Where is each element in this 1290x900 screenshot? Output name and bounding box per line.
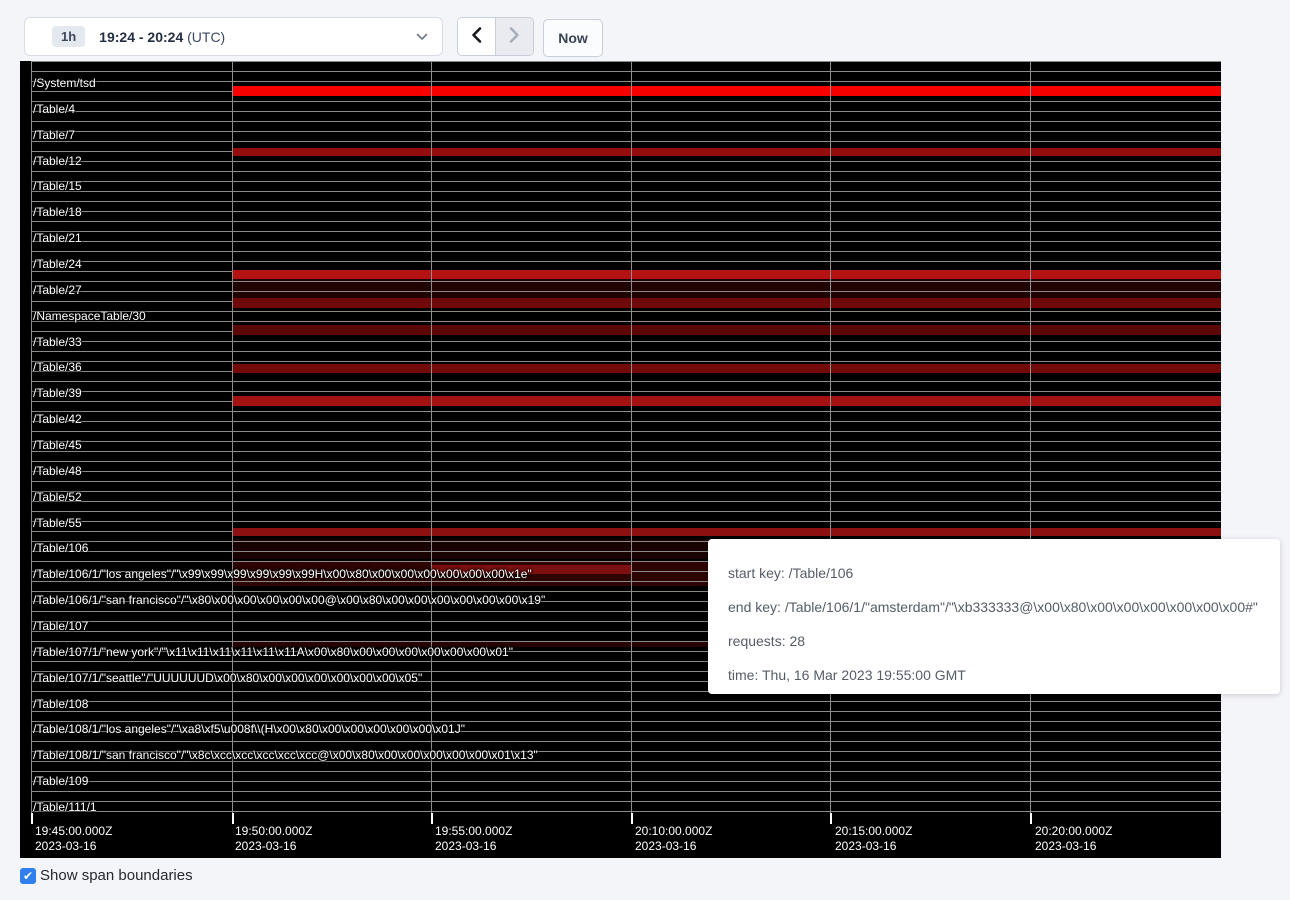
row-label: /Table/42 [33, 412, 82, 425]
axis-tick [232, 813, 234, 824]
row-label: /Table/106/1/"san francisco"/"\x80\x00\x… [33, 593, 545, 606]
heat-band [232, 396, 1221, 406]
row-label: /NamespaceTable/30 [33, 309, 146, 322]
time-range-dropdown[interactable]: 1h 19:24 - 20:24 (UTC) [24, 17, 443, 56]
axis-label: 19:45:00.000Z2023-03-16 [31, 824, 112, 854]
axis-tick [631, 813, 633, 824]
chevron-right-icon [508, 26, 521, 47]
span-boundary-lines [31, 61, 1221, 819]
show-span-boundaries-label: Show span boundaries [40, 867, 193, 884]
checkbox-checked-icon[interactable]: ✔ [20, 868, 36, 884]
heat-band [232, 528, 1221, 536]
row-label: /Table/109 [33, 774, 88, 787]
time-range-timezone: (UTC) [187, 29, 225, 45]
axis-tick [1030, 813, 1032, 824]
next-time-button[interactable] [496, 18, 533, 55]
row-label: /Table/108/1/"los angeles"/"\xa8\xf5\u00… [33, 722, 465, 735]
row-label: /Table/52 [33, 490, 82, 503]
row-label: /Table/7 [33, 128, 75, 141]
time-range-duration-chip: 1h [52, 26, 85, 47]
time-nav-button-group [457, 17, 534, 56]
row-label: /Table/12 [33, 154, 82, 167]
time-range-value: 19:24 - 20:24 [99, 29, 183, 45]
prev-time-button[interactable] [458, 18, 495, 55]
now-button[interactable]: Now [543, 19, 603, 57]
keyvis-canvas[interactable]: /System/tsd/Table/4/Table/7/Table/12/Tab… [20, 61, 1221, 858]
span-tooltip: start key: /Table/106 end key: /Table/10… [708, 539, 1280, 694]
row-label: /Table/48 [33, 464, 82, 477]
row-label: /Table/107 [33, 619, 88, 632]
time-range-label: 19:24 - 20:24 (UTC) [99, 29, 225, 45]
time-gridline [31, 61, 32, 818]
tooltip-end-key: end key: /Table/106/1/"amsterdam"/"\xb33… [728, 590, 1280, 624]
axis-label: 20:15:00.000Z2023-03-16 [831, 824, 912, 854]
axis-tick [431, 813, 433, 824]
row-label: /System/tsd [33, 76, 96, 89]
show-span-boundaries-toggle[interactable]: ✔ Show span boundaries [20, 867, 193, 884]
row-label: /Table/108/1/"san francisco"/"\x8c\xcc\x… [33, 748, 538, 761]
tooltip-time: time: Thu, 16 Mar 2023 19:55:00 GMT [728, 658, 1280, 692]
axis-tick [31, 813, 33, 824]
row-label: /Table/4 [33, 102, 75, 115]
row-label: /Table/18 [33, 205, 82, 218]
row-label: /Table/15 [33, 179, 82, 192]
row-label: /Table/45 [33, 438, 82, 451]
row-label: /Table/36 [33, 360, 82, 373]
time-gridline [1030, 61, 1031, 818]
row-label: /Table/106 [33, 541, 88, 554]
row-label: /Table/106/1/"los angeles"/"\x99\x99\x99… [33, 567, 532, 580]
heat-band [232, 298, 1221, 308]
tooltip-start-key: start key: /Table/106 [728, 556, 1280, 590]
axis-label: 20:10:00.000Z2023-03-16 [631, 824, 712, 854]
row-label: /Table/21 [33, 231, 82, 244]
axis-label: 19:50:00.000Z2023-03-16 [231, 824, 312, 854]
heat-band [232, 325, 1221, 335]
time-gridline [631, 61, 632, 818]
row-label: /Table/111/1 [33, 800, 97, 813]
row-label: /Table/27 [33, 283, 82, 296]
time-gridline [232, 61, 233, 818]
row-label: /Table/107/1/"new york"/"\x11\x11\x11\x1… [33, 645, 513, 658]
axis-label: 19:55:00.000Z2023-03-16 [431, 824, 512, 854]
row-label: /Table/33 [33, 335, 82, 348]
heat-band [232, 270, 1221, 279]
row-label: /Table/107/1/"seattle"/"UUUUUUD\x00\x80\… [33, 671, 422, 684]
heat-band [232, 364, 1221, 373]
chevron-down-icon [416, 33, 428, 41]
heat-band [232, 148, 1221, 156]
axis-tick [830, 813, 832, 824]
row-label: /Table/108 [33, 697, 88, 710]
chevron-left-icon [470, 26, 483, 47]
heat-band [232, 86, 1221, 96]
axis-label: 20:20:00.000Z2023-03-16 [1031, 824, 1112, 854]
row-label: /Table/24 [33, 257, 82, 270]
time-gridline [830, 61, 831, 818]
time-gridline [431, 61, 432, 818]
tooltip-requests: requests: 28 [728, 624, 1280, 658]
row-label: /Table/55 [33, 516, 82, 529]
row-label: /Table/39 [33, 386, 82, 399]
